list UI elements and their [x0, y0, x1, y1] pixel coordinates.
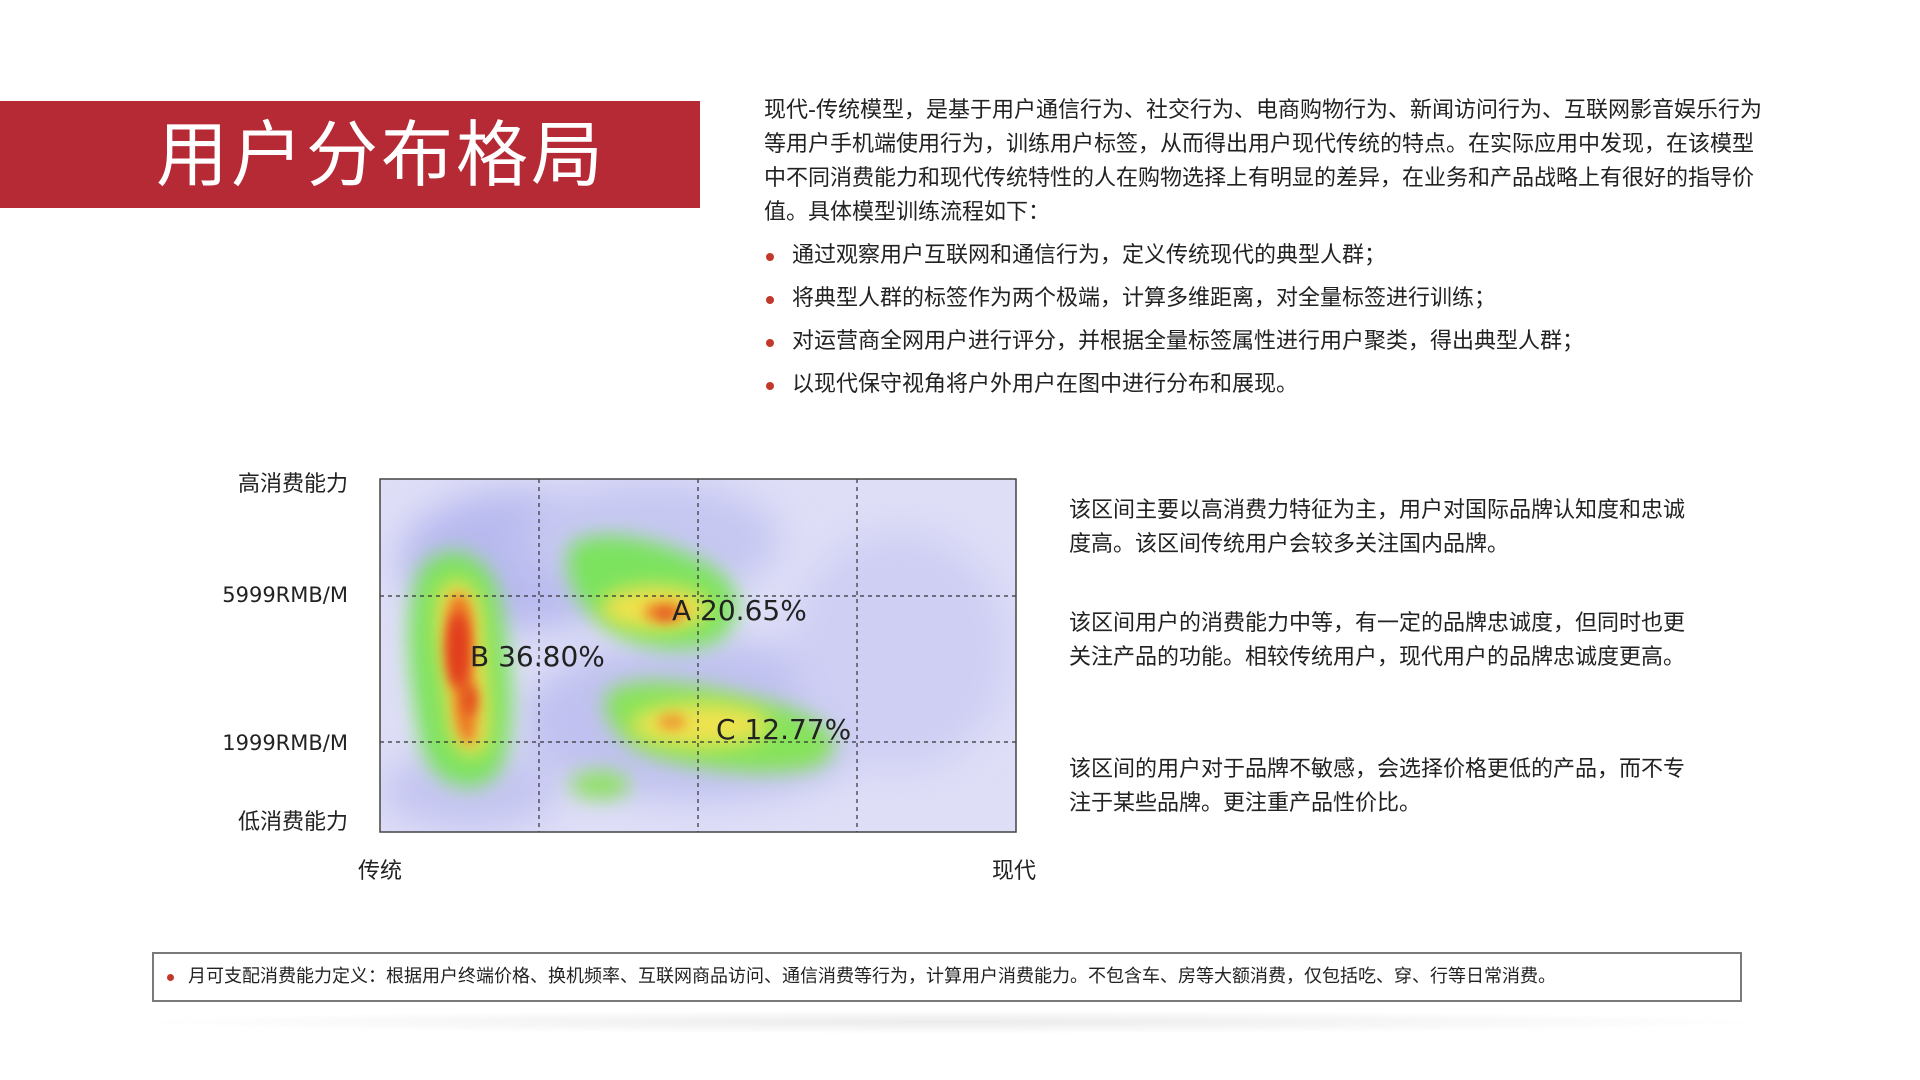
y-tick-label: 5999RMB/M [222, 583, 348, 607]
footnote-bullet-icon [167, 974, 174, 981]
footnote-text: 月可支配消费能力定义：根据用户终端价格、换机频率、互联网商品访问、通信消费等行为… [188, 966, 1556, 987]
x-axis-label-right: 现代 [992, 859, 1036, 884]
cluster-label-c: C 12.77% [716, 713, 851, 746]
cluster-label-b: B 36.80% [470, 640, 605, 673]
region-description-low: 该区间的用户对于品牌不敏感，会选择价格更低的产品，而不专注于某些品牌。更注重产品… [1069, 757, 1686, 816]
region-description-high: 该区间主要以高消费力特征为主，用户对国际品牌认知度和忠诚度高。该区间传统用户会较… [1069, 498, 1686, 557]
footnote-box: 月可支配消费能力定义：根据用户终端价格、换机频率、互联网商品访问、通信消费等行为… [152, 952, 1742, 1002]
cluster-label-a: A 20.65% [672, 594, 807, 627]
footnote-shadow [120, 1010, 1780, 1034]
region-description-mid: 该区间用户的消费能力中等，有一定的品牌忠诚度，但同时也更关注产品的功能。相较传统… [1069, 611, 1686, 670]
y-tick-label: 低消费能力 [238, 810, 348, 835]
y-tick-label: 1999RMB/M [222, 731, 348, 755]
y-tick-label: 高消费能力 [238, 472, 348, 497]
x-axis-label-left: 传统 [358, 859, 402, 884]
